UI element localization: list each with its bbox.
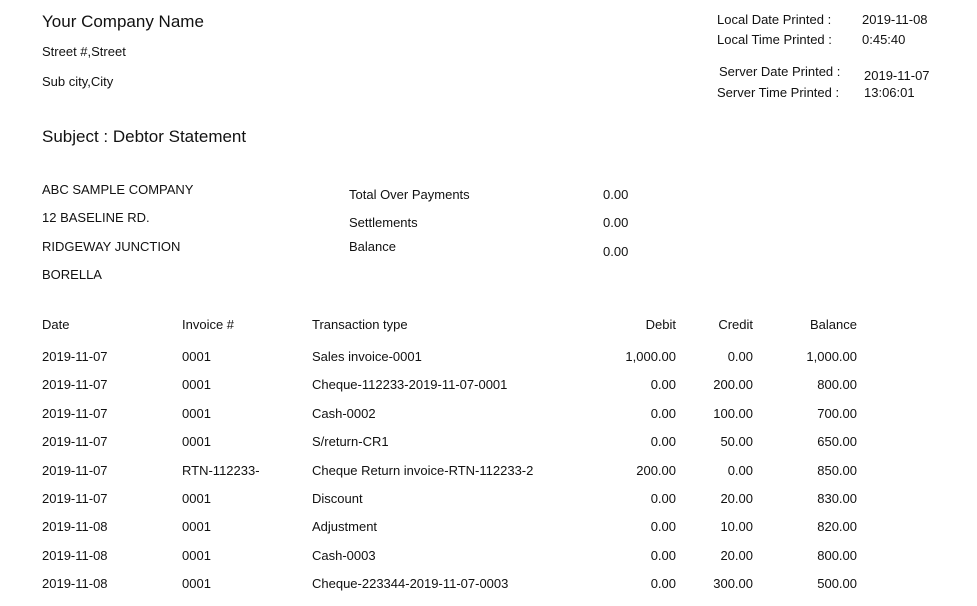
total-over-payments-value: 0.00 bbox=[603, 187, 629, 202]
cell-date: 2019-11-08 bbox=[42, 548, 108, 563]
balance-label: Balance bbox=[349, 239, 396, 254]
cell-credit: 20.00 bbox=[720, 548, 753, 563]
cell-balance: 800.00 bbox=[817, 548, 857, 563]
cell-balance: 700.00 bbox=[817, 406, 857, 421]
statement-subject: Subject : Debtor Statement bbox=[42, 127, 247, 146]
cell-transaction-type: Cash-0002 bbox=[312, 406, 376, 421]
cell-invoice: 0001 bbox=[182, 519, 211, 534]
cell-balance: 1,000.00 bbox=[806, 349, 857, 364]
cell-date: 2019-11-07 bbox=[42, 406, 108, 421]
cell-invoice: 0001 bbox=[182, 377, 211, 392]
cell-date: 2019-11-07 bbox=[42, 349, 108, 364]
column-header-credit: Credit bbox=[718, 317, 753, 332]
column-header-balance: Balance bbox=[810, 317, 857, 332]
company-street: Street #,Street bbox=[42, 44, 126, 59]
customer-address-line: RIDGEWAY JUNCTION bbox=[42, 239, 181, 254]
cell-transaction-type: Sales invoice-0001 bbox=[312, 349, 422, 364]
cell-balance: 820.00 bbox=[817, 519, 857, 534]
cell-debit: 200.00 bbox=[636, 463, 676, 478]
cell-credit: 200.00 bbox=[713, 377, 753, 392]
column-header-invoice: Invoice # bbox=[182, 317, 235, 332]
local-time-value: 0:45:40 bbox=[862, 32, 906, 47]
cell-date: 2019-11-07 bbox=[42, 491, 108, 506]
cell-debit: 0.00 bbox=[650, 519, 676, 534]
customer-address-line: 12 BASELINE RD. bbox=[42, 210, 150, 225]
cell-invoice: 0001 bbox=[182, 406, 211, 421]
cell-credit: 0.00 bbox=[727, 463, 753, 478]
cell-debit: 0.00 bbox=[650, 548, 676, 563]
cell-balance: 800.00 bbox=[817, 377, 857, 392]
local-time-label: Local Time Printed : bbox=[717, 32, 832, 47]
cell-date: 2019-11-07 bbox=[42, 377, 108, 392]
local-date-label: Local Date Printed : bbox=[717, 12, 832, 27]
cell-debit: 0.00 bbox=[650, 576, 676, 591]
cell-debit: 0.00 bbox=[650, 377, 676, 392]
cell-date: 2019-11-08 bbox=[42, 576, 108, 591]
cell-transaction-type: Discount bbox=[312, 491, 363, 506]
cell-invoice: 0001 bbox=[182, 576, 211, 591]
cell-credit: 300.00 bbox=[713, 576, 753, 591]
server-date-label: Server Date Printed : bbox=[719, 64, 841, 79]
cell-credit: 100.00 bbox=[713, 406, 753, 421]
company-city: Sub city,City bbox=[42, 74, 114, 89]
settlements-label: Settlements bbox=[349, 215, 418, 230]
customer-name: ABC SAMPLE COMPANY bbox=[42, 182, 194, 197]
settlements-value: 0.00 bbox=[603, 215, 629, 230]
cell-debit: 1,000.00 bbox=[625, 349, 676, 364]
server-time-value: 13:06:01 bbox=[864, 85, 915, 100]
cell-debit: 0.00 bbox=[650, 491, 676, 506]
column-header-date: Date bbox=[42, 317, 70, 332]
cell-date: 2019-11-07 bbox=[42, 463, 108, 478]
cell-invoice: 0001 bbox=[182, 434, 211, 449]
cell-balance: 500.00 bbox=[817, 576, 857, 591]
total-over-payments-label: Total Over Payments bbox=[349, 187, 470, 202]
local-date-value: 2019-11-08 bbox=[862, 12, 928, 27]
column-header-debit: Debit bbox=[645, 317, 676, 332]
cell-transaction-type: Cash-0003 bbox=[312, 548, 376, 563]
server-time-label: Server Time Printed : bbox=[717, 85, 840, 100]
cell-invoice: RTN-112233- bbox=[182, 463, 260, 478]
cell-date: 2019-11-08 bbox=[42, 519, 108, 534]
customer-address-line: BORELLA bbox=[42, 267, 102, 282]
cell-credit: 10.00 bbox=[720, 519, 753, 534]
cell-credit: 50.00 bbox=[720, 434, 753, 449]
cell-balance: 830.00 bbox=[817, 491, 857, 506]
cell-debit: 0.00 bbox=[650, 434, 676, 449]
cell-credit: 0.00 bbox=[727, 349, 753, 364]
cell-date: 2019-11-07 bbox=[42, 434, 108, 449]
server-date-value: 2019-11-07 bbox=[864, 68, 930, 83]
cell-transaction-type: Adjustment bbox=[312, 519, 378, 534]
cell-transaction-type: S/return-CR1 bbox=[312, 434, 389, 449]
cell-invoice: 0001 bbox=[182, 349, 211, 364]
cell-debit: 0.00 bbox=[650, 406, 676, 421]
cell-invoice: 0001 bbox=[182, 548, 211, 563]
cell-transaction-type: Cheque-223344-2019-11-07-0003 bbox=[312, 576, 509, 591]
cell-invoice: 0001 bbox=[182, 491, 211, 506]
company-name: Your Company Name bbox=[42, 12, 204, 31]
cell-balance: 650.00 bbox=[817, 434, 857, 449]
balance-value: 0.00 bbox=[603, 244, 629, 259]
column-header-transaction-type: Transaction type bbox=[312, 317, 408, 332]
cell-transaction-type: Cheque Return invoice-RTN-112233-2 bbox=[312, 463, 534, 478]
cell-transaction-type: Cheque-112233-2019-11-07-0001 bbox=[312, 377, 508, 392]
cell-balance: 850.00 bbox=[817, 463, 857, 478]
cell-credit: 20.00 bbox=[720, 491, 753, 506]
